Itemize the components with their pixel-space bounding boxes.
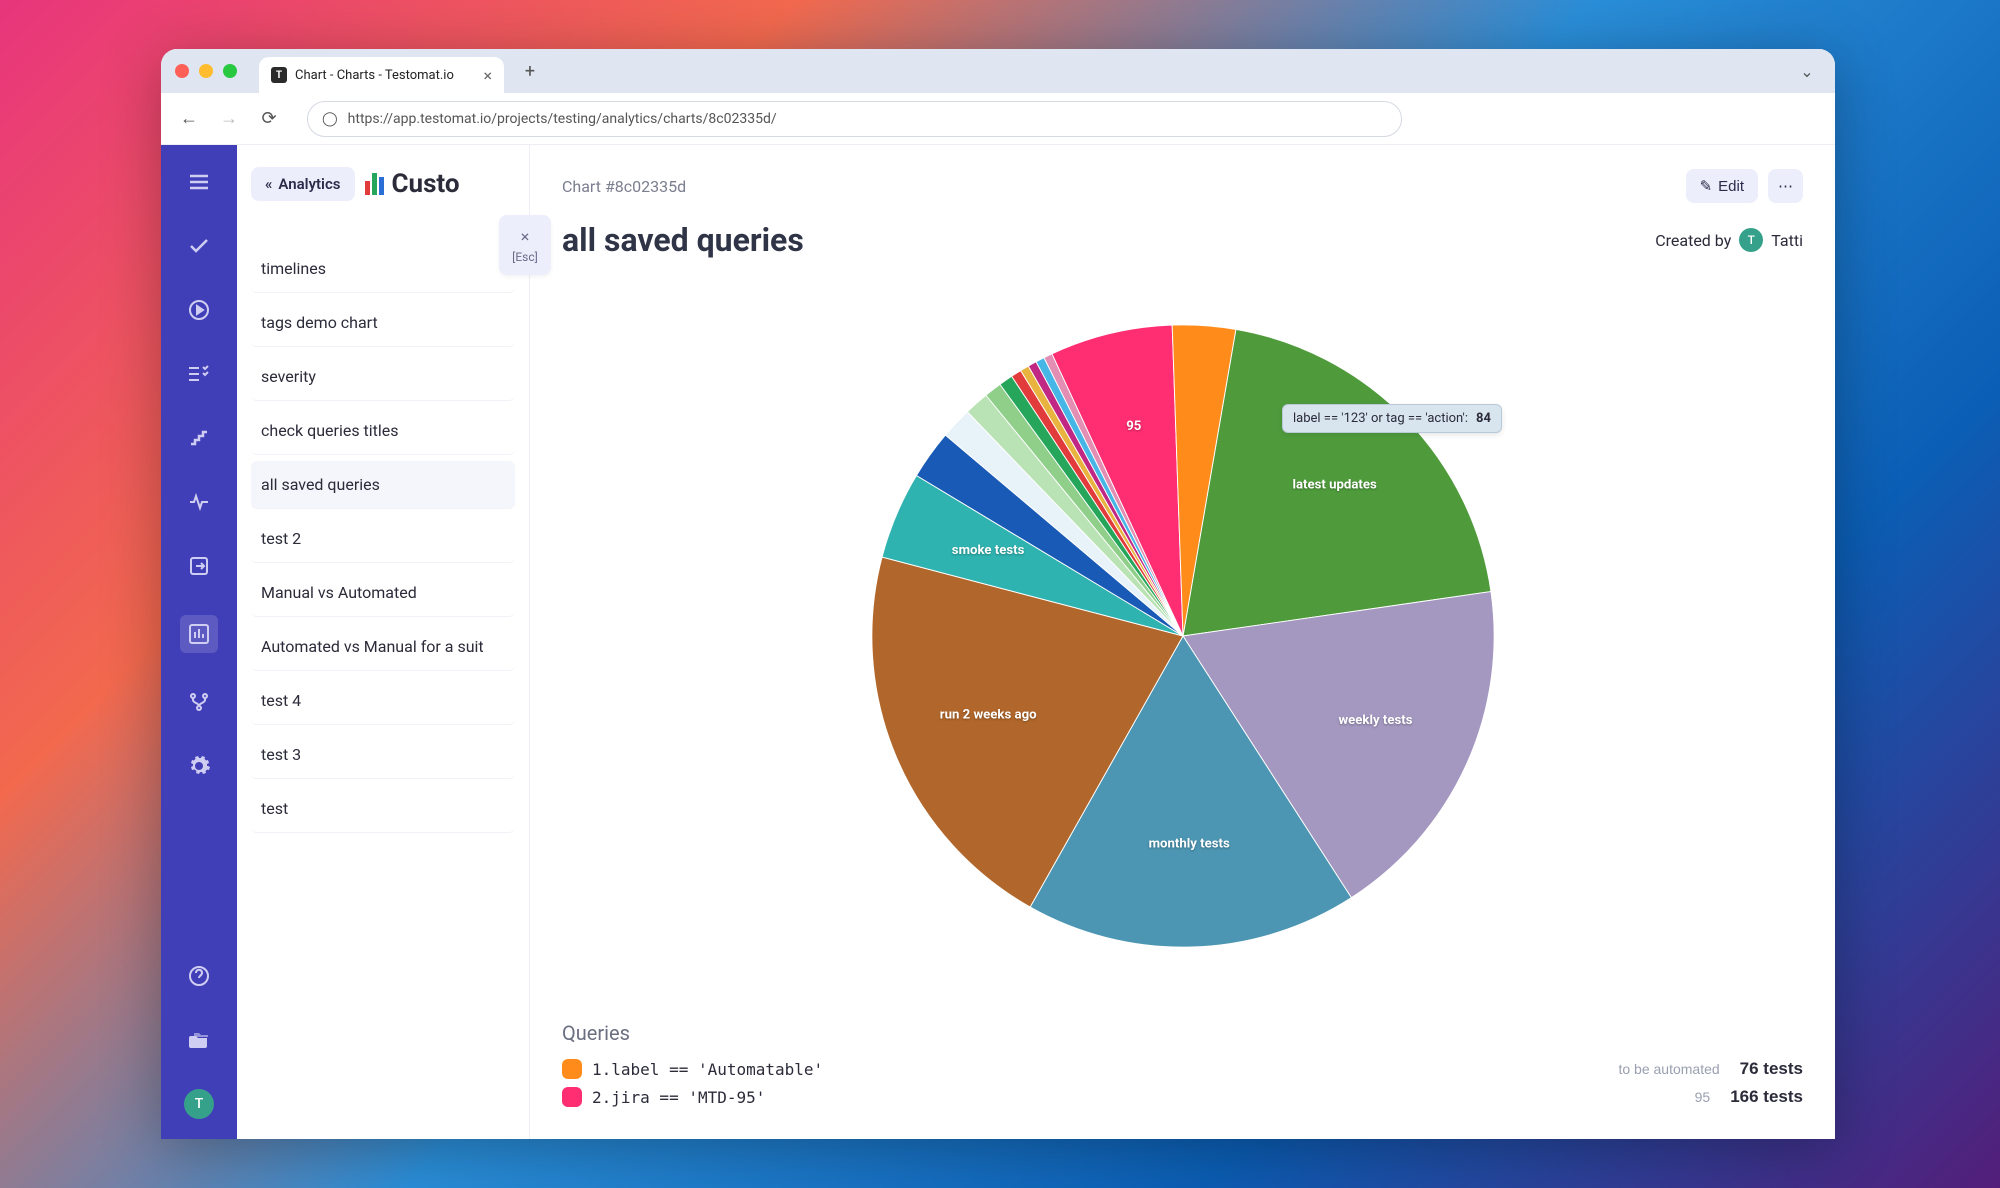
sidebar-item[interactable]: test 2 <box>251 515 515 563</box>
user-avatar[interactable]: T <box>184 1089 214 1119</box>
color-swatch <box>562 1087 582 1107</box>
queries-list: 1.label == 'Automatable' to be automated… <box>562 1059 1803 1107</box>
title-row: all saved queries Created by T Tatti <box>562 221 1803 259</box>
chart-tooltip: label == '123' or tag == 'action': 84 <box>1282 404 1502 433</box>
sidebar-item[interactable]: all saved queries <box>251 461 515 509</box>
ellipsis-icon: ⋯ <box>1778 177 1793 195</box>
query-row[interactable]: 1.label == 'Automatable' to be automated… <box>562 1059 1803 1079</box>
back-label: Analytics <box>278 175 340 193</box>
folders-icon[interactable] <box>184 1025 214 1055</box>
bar-chart-icon <box>365 173 384 195</box>
pie-slice-label: smoke tests <box>951 543 1024 558</box>
browser-toolbar: ← → ⟳ ◯ https://app.testomat.io/projects… <box>161 93 1835 145</box>
url-text: https://app.testomat.io/projects/testing… <box>348 111 777 127</box>
address-bar[interactable]: ◯ https://app.testomat.io/projects/testi… <box>307 101 1402 137</box>
query-expression: 2.jira == 'MTD-95' <box>592 1088 765 1107</box>
branch-icon[interactable] <box>184 687 214 717</box>
query-count: 166 tests <box>1730 1087 1803 1107</box>
window-controls <box>175 64 237 78</box>
chart-list: timelines tags demo chart severity check qu… <box>251 245 515 833</box>
checklist-icon[interactable] <box>184 359 214 389</box>
help-icon[interactable] <box>184 961 214 991</box>
pie-slice-label: latest updates <box>1292 477 1377 492</box>
queries-heading: Queries <box>562 1021 1803 1045</box>
browser-tab[interactable]: T Chart - Charts - Testomat.io × <box>259 57 504 93</box>
query-expression: 1.label == 'Automatable' <box>592 1060 823 1079</box>
pie-slice-label: run 2 weeks ago <box>939 707 1036 722</box>
close-icon: × <box>521 227 530 246</box>
reload-icon[interactable]: ⟳ <box>255 105 283 133</box>
creator-avatar: T <box>1739 228 1763 252</box>
tabs-dropdown-icon[interactable]: ⌄ <box>1793 57 1821 85</box>
minimize-window-icon[interactable] <box>199 64 213 78</box>
pie-slice-label: 95 <box>1126 419 1142 434</box>
chart-id-label: Chart #8c02335d <box>562 177 686 196</box>
sidebar-item[interactable]: test <box>251 785 515 833</box>
query-note: 95 <box>1695 1089 1711 1105</box>
chevron-left-icon: « <box>265 175 272 193</box>
main-header: Chart #8c02335d ✎ Edit ⋯ <box>562 169 1803 203</box>
pencil-icon: ✎ <box>1700 177 1713 195</box>
query-note: to be automated <box>1618 1061 1719 1077</box>
query-row[interactable]: 2.jira == 'MTD-95' 95 166 tests <box>562 1087 1803 1107</box>
pulse-icon[interactable] <box>184 487 214 517</box>
close-tab-icon[interactable]: × <box>483 66 492 85</box>
import-icon[interactable] <box>184 551 214 581</box>
edit-button[interactable]: ✎ Edit <box>1686 169 1758 203</box>
maximize-window-icon[interactable] <box>223 64 237 78</box>
more-actions-button[interactable]: ⋯ <box>1768 169 1803 203</box>
browser-window: T Chart - Charts - Testomat.io × + ⌄ ← →… <box>161 49 1835 1139</box>
sidebar-item[interactable]: Manual vs Automated <box>251 569 515 617</box>
site-info-icon[interactable]: ◯ <box>322 111 338 127</box>
sidebar-item[interactable]: Automated vs Manual for a suit <box>251 623 515 671</box>
gear-icon[interactable] <box>184 751 214 781</box>
sidebar-item[interactable]: test 4 <box>251 677 515 725</box>
favicon-icon: T <box>271 67 287 83</box>
main-content: Chart #8c02335d ✎ Edit ⋯ all saved queri… <box>530 145 1835 1139</box>
menu-icon[interactable] <box>184 167 214 197</box>
new-tab-button[interactable]: + <box>516 57 544 85</box>
nav-rail: T <box>161 145 237 1139</box>
close-window-icon[interactable] <box>175 64 189 78</box>
back-icon[interactable]: ← <box>175 105 203 133</box>
back-to-analytics-button[interactable]: « Analytics <box>251 167 355 201</box>
sidebar-item[interactable]: severity <box>251 353 515 401</box>
sidebar-item[interactable]: tags demo chart <box>251 299 515 347</box>
app-frame: T « Analytics Custo × <box>161 145 1835 1139</box>
sidebar-section-title: Custo <box>365 169 460 199</box>
color-swatch <box>562 1059 582 1079</box>
creator-name: Tatti <box>1771 231 1803 250</box>
created-by: Created by T Tatti <box>1655 228 1803 252</box>
steps-icon[interactable] <box>184 423 214 453</box>
analytics-icon[interactable] <box>180 615 218 653</box>
check-icon[interactable] <box>184 231 214 261</box>
pie-chart[interactable]: latest updates weekly tests monthly tests r… <box>562 259 1803 1013</box>
sidebar: « Analytics Custo × [Esc] timelinestags … <box>237 145 530 1139</box>
query-count: 76 tests <box>1740 1059 1803 1079</box>
sidebar-header: « Analytics Custo <box>251 167 515 201</box>
sidebar-item[interactable]: timelines <box>251 245 515 293</box>
sidebar-item[interactable]: check queries titles <box>251 407 515 455</box>
main-actions: ✎ Edit ⋯ <box>1686 169 1803 203</box>
tab-title: Chart - Charts - Testomat.io <box>295 68 454 83</box>
pie-slice-label: weekly tests <box>1338 713 1412 728</box>
play-circle-icon[interactable] <box>184 295 214 325</box>
browser-tab-strip: T Chart - Charts - Testomat.io × + ⌄ <box>161 49 1835 93</box>
chart-title: all saved queries <box>562 221 804 259</box>
forward-icon[interactable]: → <box>215 105 243 133</box>
pie-slice-label: monthly tests <box>1148 836 1229 851</box>
sidebar-item[interactable]: test 3 <box>251 731 515 779</box>
queries-section: Queries 1.label == 'Automatable' to be a… <box>562 1021 1803 1115</box>
